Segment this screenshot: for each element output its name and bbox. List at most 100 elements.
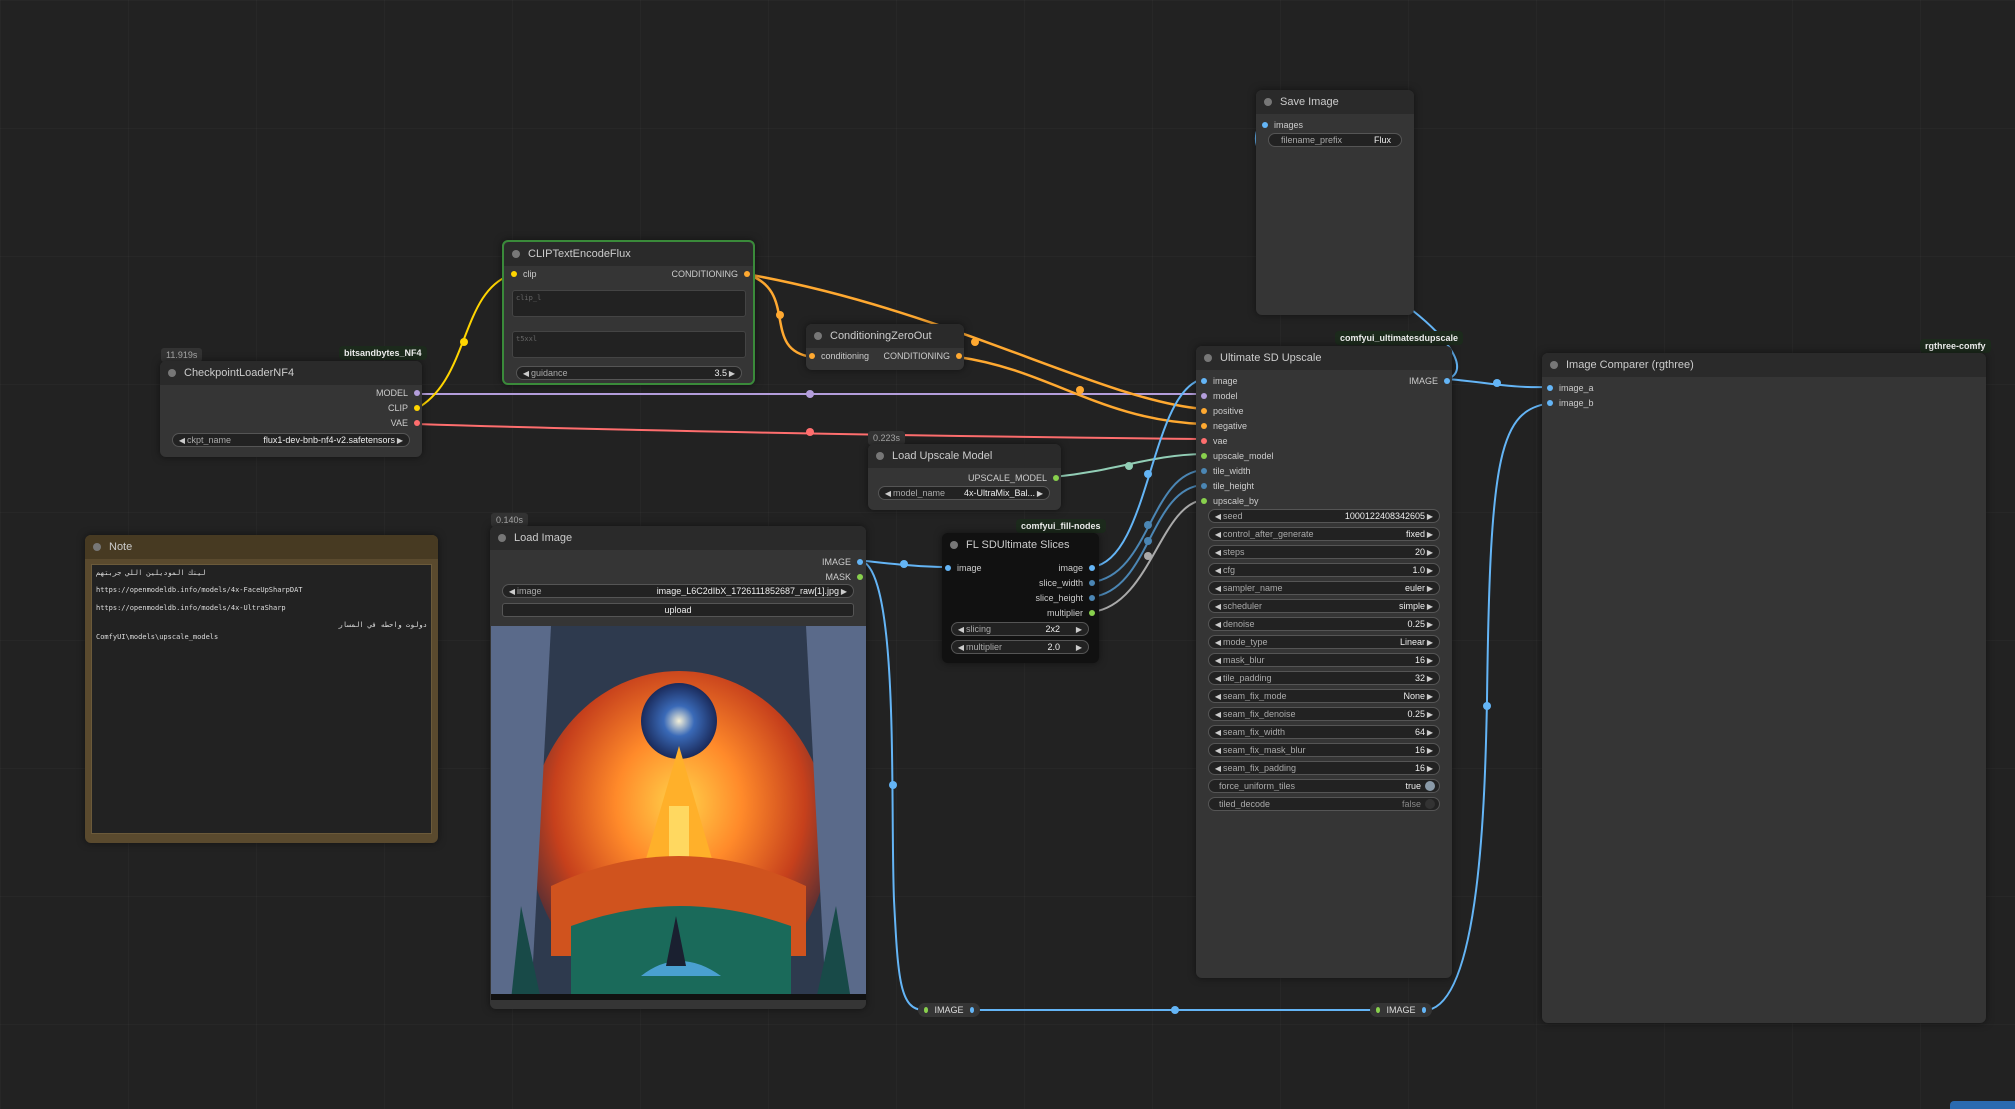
right-arrow-icon[interactable]: ▶ [839, 587, 849, 596]
left-arrow-icon[interactable]: ◀ [956, 643, 966, 652]
input-clip[interactable]: clip [511, 269, 537, 279]
image-comparer-node[interactable]: Image Comparer (rgthree) [1542, 353, 1986, 1023]
collapse-dot-icon[interactable] [876, 452, 884, 460]
left-arrow-icon[interactable]: ◀ [1213, 566, 1223, 575]
toggle-knob-icon[interactable] [1425, 781, 1435, 791]
collapse-dot-icon[interactable] [1264, 98, 1272, 106]
pin-icon[interactable] [1089, 580, 1095, 586]
left-arrow-icon[interactable]: ◀ [521, 369, 531, 378]
left-arrow-icon[interactable]: ◀ [1213, 728, 1223, 737]
widget-tile-padding[interactable]: ◀ tile_padding 32 ▶ [1208, 671, 1440, 685]
comparer-header[interactable]: Image Comparer (rgthree) [1542, 353, 1986, 377]
input-image[interactable]: image [1201, 376, 1238, 386]
pin-icon[interactable] [1444, 378, 1450, 384]
widget-denoise[interactable]: ◀ denoise 0.25 ▶ [1208, 617, 1440, 631]
upscale-model-header[interactable]: Load Upscale Model [868, 444, 1061, 468]
right-arrow-icon[interactable]: ▶ [1425, 584, 1435, 593]
left-arrow-icon[interactable]: ◀ [1213, 710, 1223, 719]
pin-icon[interactable] [1201, 498, 1207, 504]
left-arrow-icon[interactable]: ◀ [1213, 674, 1223, 683]
widget-seam-fix-denoise[interactable]: ◀ seam_fix_denoise 0.25 ▶ [1208, 707, 1440, 721]
collapse-dot-icon[interactable] [1550, 361, 1558, 369]
left-arrow-icon[interactable]: ◀ [177, 436, 187, 445]
load-image-header[interactable]: Load Image [490, 526, 866, 550]
input-negative[interactable]: negative [1201, 421, 1247, 431]
right-arrow-icon[interactable]: ▶ [1425, 620, 1435, 629]
pin-icon[interactable] [857, 574, 863, 580]
output-multiplier[interactable]: multiplier [1000, 608, 1095, 618]
left-arrow-icon[interactable]: ◀ [1213, 512, 1223, 521]
model-name-combo[interactable]: ◀ model_name 4x-UltraMix_Bal... ▶ [878, 486, 1050, 500]
left-arrow-icon[interactable]: ◀ [1213, 602, 1223, 611]
output-image[interactable]: IMAGE [760, 557, 863, 567]
toggle-force-uniform-tiles[interactable]: force_uniform_tiles true [1208, 779, 1440, 793]
pin-icon[interactable] [924, 1007, 929, 1013]
right-arrow-icon[interactable]: ▶ [1425, 692, 1435, 701]
right-arrow-icon[interactable]: ▶ [1074, 625, 1084, 634]
pin-icon[interactable] [1201, 483, 1207, 489]
t5xxl-textarea[interactable]: t5xxl [512, 331, 746, 358]
widget-mode-type[interactable]: ◀ mode_type Linear ▶ [1208, 635, 1440, 649]
right-arrow-icon[interactable]: ▶ [1425, 548, 1435, 557]
right-arrow-icon[interactable]: ▶ [1425, 638, 1435, 647]
pin-icon[interactable] [969, 1007, 974, 1013]
output-slice-width[interactable]: slice_width [1000, 578, 1095, 588]
output-mask[interactable]: MASK [760, 572, 863, 582]
left-arrow-icon[interactable]: ◀ [1213, 620, 1223, 629]
input-tile-width[interactable]: tile_width [1201, 466, 1251, 476]
pin-icon[interactable] [1201, 453, 1207, 459]
input-tile-height[interactable]: tile_height [1201, 481, 1254, 491]
input-conditioning[interactable]: conditioning [809, 351, 869, 361]
input-upscale-model[interactable]: upscale_model [1201, 451, 1274, 461]
pin-icon[interactable] [1421, 1007, 1426, 1013]
left-arrow-icon[interactable]: ◀ [956, 625, 966, 634]
input-image-b[interactable]: image_b [1547, 398, 1594, 408]
left-arrow-icon[interactable]: ◀ [1213, 530, 1223, 539]
pin-icon[interactable] [857, 559, 863, 565]
collapse-dot-icon[interactable] [168, 369, 176, 377]
right-arrow-icon[interactable]: ▶ [1425, 512, 1435, 521]
pin-icon[interactable] [1201, 393, 1207, 399]
output-upscale-model[interactable]: UPSCALE_MODEL [930, 473, 1059, 483]
left-arrow-icon[interactable]: ◀ [507, 587, 517, 596]
widget-seam-fix-mask-blur[interactable]: ◀ seam_fix_mask_blur 16 ▶ [1208, 743, 1440, 757]
pin-icon[interactable] [809, 353, 815, 359]
guidance-number[interactable]: ◀ guidance 3.5 ▶ [516, 366, 742, 380]
left-arrow-icon[interactable]: ◀ [1213, 746, 1223, 755]
pin-icon[interactable] [744, 271, 750, 277]
right-arrow-icon[interactable]: ▶ [395, 436, 405, 445]
pin-icon[interactable] [1201, 423, 1207, 429]
pin-icon[interactable] [1547, 400, 1553, 406]
collapse-dot-icon[interactable] [498, 534, 506, 542]
reroute-node[interactable]: IMAGE [918, 1003, 980, 1017]
pin-icon[interactable] [1089, 595, 1095, 601]
widget-seam-fix-padding[interactable]: ◀ seam_fix_padding 16 ▶ [1208, 761, 1440, 775]
left-arrow-icon[interactable]: ◀ [883, 489, 893, 498]
note-header[interactable]: Note [85, 535, 438, 559]
collapse-dot-icon[interactable] [512, 250, 520, 258]
right-arrow-icon[interactable]: ▶ [1425, 710, 1435, 719]
right-arrow-icon[interactable]: ▶ [1425, 764, 1435, 773]
save-image-header[interactable]: Save Image [1256, 90, 1414, 114]
pin-icon[interactable] [1376, 1007, 1381, 1013]
input-image[interactable]: image [945, 563, 982, 573]
widget-steps[interactable]: ◀ steps 20 ▶ [1208, 545, 1440, 559]
right-arrow-icon[interactable]: ▶ [1425, 530, 1435, 539]
output-slice-height[interactable]: slice_height [1000, 593, 1095, 603]
right-arrow-icon[interactable]: ▶ [1425, 566, 1435, 575]
toggle-knob-icon[interactable] [1425, 799, 1435, 809]
multiplier-number[interactable]: ◀ multiplier 2.0 ▶ [951, 640, 1089, 654]
widget-sampler-name[interactable]: ◀ sampler_name euler ▶ [1208, 581, 1440, 595]
output-conditioning[interactable]: CONDITIONING [620, 269, 750, 279]
pin-icon[interactable] [1089, 610, 1095, 616]
filename-prefix-input[interactable]: filename_prefix Flux [1268, 133, 1402, 147]
output-vae[interactable]: VAE [300, 418, 420, 428]
right-arrow-icon[interactable]: ▶ [1425, 728, 1435, 737]
clip-encode-header[interactable]: CLIPTextEncodeFlux [504, 242, 753, 266]
widget-scheduler[interactable]: ◀ scheduler simple ▶ [1208, 599, 1440, 613]
left-arrow-icon[interactable]: ◀ [1213, 584, 1223, 593]
left-arrow-icon[interactable]: ◀ [1213, 692, 1223, 701]
collapse-dot-icon[interactable] [950, 541, 958, 549]
right-arrow-icon[interactable]: ▶ [1425, 674, 1435, 683]
right-arrow-icon[interactable]: ▶ [727, 369, 737, 378]
